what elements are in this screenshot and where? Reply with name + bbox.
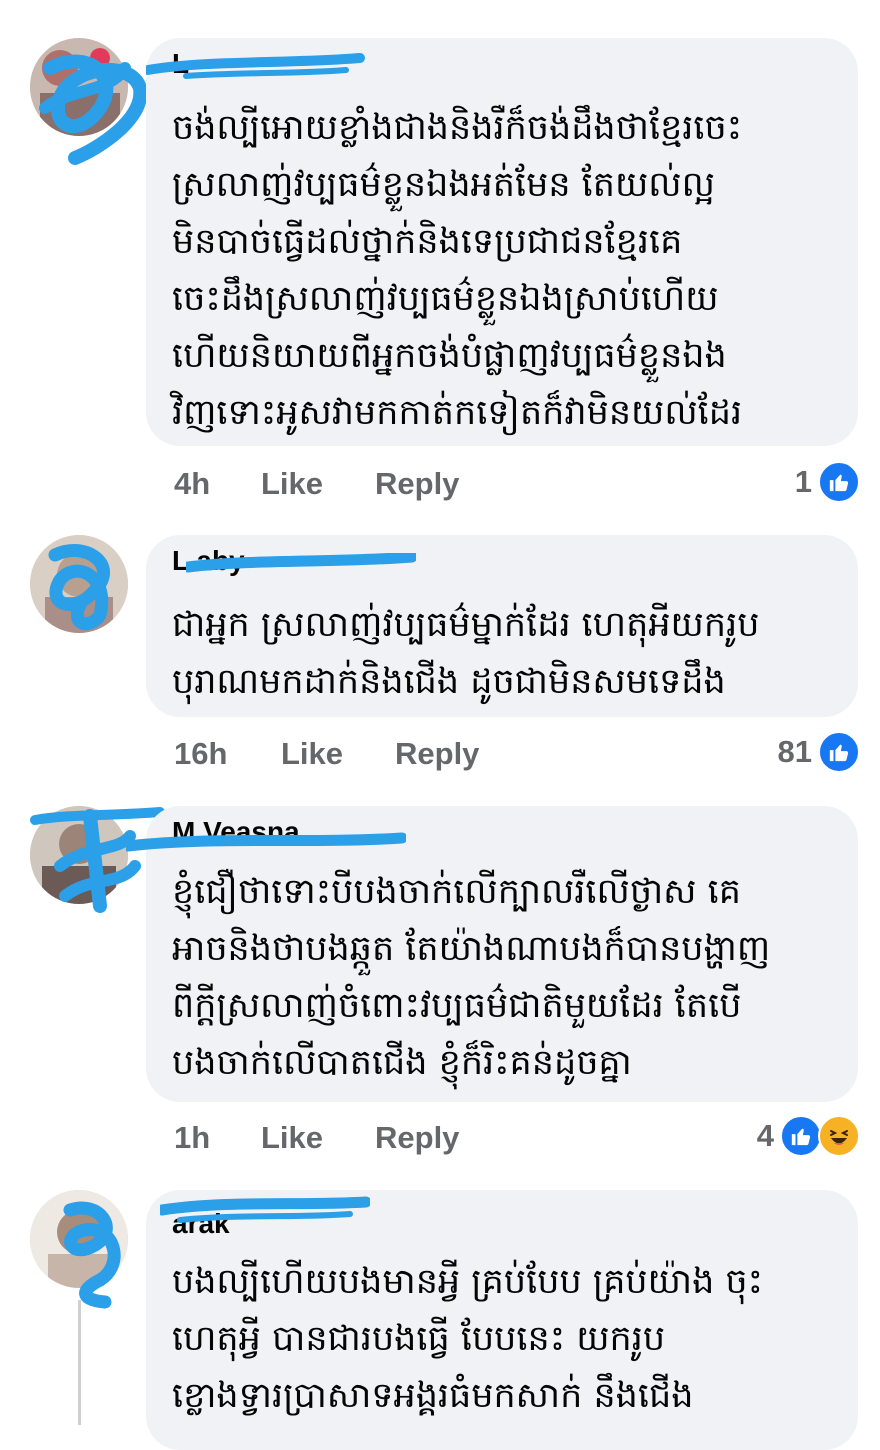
comment-author[interactable]: arak	[172, 1208, 230, 1240]
comment-text: ចង់ល្បីអោយខ្លាំងជាងនិងរឺក៏ចង់ដឹងថាខ្មែរច…	[172, 108, 743, 433]
reply-button[interactable]: Reply	[375, 1120, 459, 1156]
like-button[interactable]: Like	[261, 1120, 375, 1156]
comment-author[interactable]: L aby	[172, 545, 245, 577]
comment-actions: 1h Like Reply	[174, 1116, 459, 1160]
reply-button[interactable]: Reply	[375, 466, 459, 502]
profile-photo-icon	[30, 806, 128, 904]
haha-icon	[818, 1115, 860, 1157]
comment-text: បងល្បីហើយបងមានអ្វី គ្រប់បែប គ្រប់យ៉ាង ចុ…	[172, 1262, 764, 1416]
comment-bubble: M Veasna ខ្ញុំជឿថាទោះបីបងចាក់លើក្បាលរឺលើ…	[126, 806, 858, 1102]
reaction-count: 1	[794, 464, 812, 499]
like-icon	[818, 731, 860, 773]
comment-actions: 16h Like Reply	[174, 732, 479, 776]
comment-bubble: L aby ជាអ្នក ស្រលាញ់វប្បធម៌ម្នាក់ដែរ ហេត…	[146, 535, 858, 717]
reaction-summary[interactable]: 4	[757, 1114, 860, 1158]
profile-photo-icon	[30, 535, 128, 633]
profile-photo-icon	[30, 38, 128, 136]
avatar[interactable]	[30, 1190, 128, 1288]
like-icon	[780, 1115, 822, 1157]
comment-text: ខ្ញុំជឿថាទោះបីបងចាក់លើក្បាលរឺលើថ្ងាស គេ …	[172, 872, 771, 1083]
reaction-summary[interactable]: 1	[795, 460, 860, 504]
avatar[interactable]	[30, 535, 128, 633]
comment-timestamp[interactable]: 1h	[174, 1120, 261, 1156]
like-button[interactable]: Like	[281, 736, 395, 772]
comment-author[interactable]: L	[172, 48, 189, 80]
comment-timestamp[interactable]: 4h	[174, 466, 261, 502]
comment-timestamp[interactable]: 16h	[174, 736, 281, 772]
comment-actions: 4h Like Reply	[174, 462, 459, 506]
profile-photo-icon	[30, 1190, 128, 1288]
thread-line	[78, 1300, 81, 1425]
comment-bubble: L ចង់ល្បីអោយខ្លាំងជាងនិងរឺក៏ចង់ដឹងថាខ្មែ…	[146, 38, 858, 446]
avatar[interactable]	[30, 806, 128, 904]
reply-button[interactable]: Reply	[395, 736, 479, 772]
avatar[interactable]	[30, 38, 128, 136]
comment-text: ជាអ្នក ស្រលាញ់វប្បធម៌ម្នាក់ដែរ ហេតុអីយករ…	[172, 605, 760, 702]
comment-bubble: arak បងល្បីហើយបងមានអ្វី គ្រប់បែប គ្រប់យ៉…	[146, 1190, 858, 1450]
like-button[interactable]: Like	[261, 466, 375, 502]
comment-author[interactable]: M Veasna	[172, 816, 300, 848]
reaction-count: 81	[777, 734, 812, 769]
reaction-count: 4	[756, 1118, 774, 1153]
like-icon	[818, 461, 860, 503]
reaction-summary[interactable]: 81	[778, 730, 860, 774]
